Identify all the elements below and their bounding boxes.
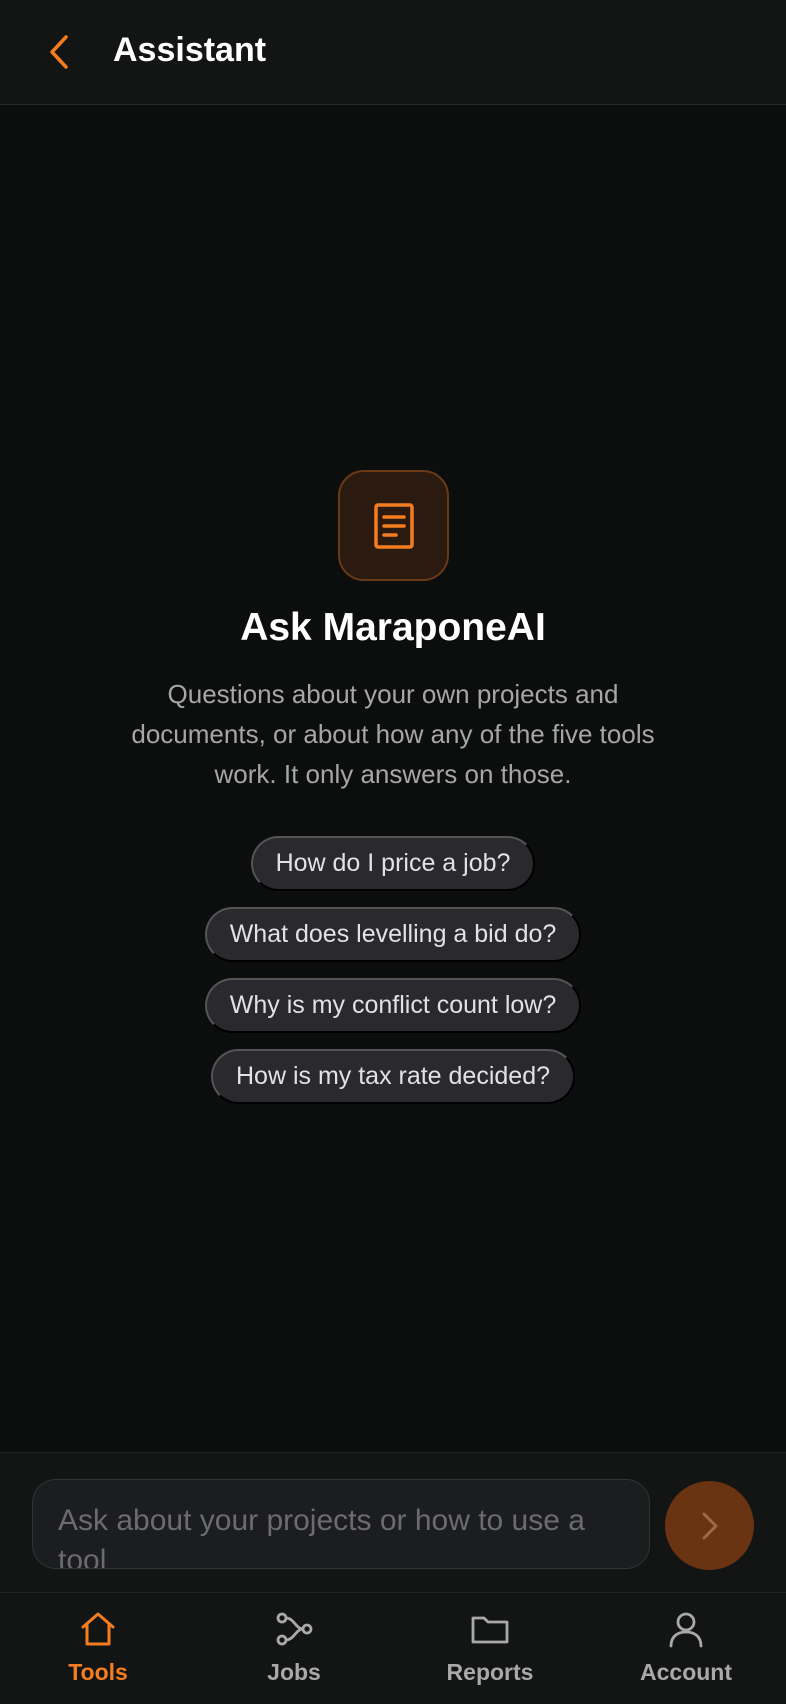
suggestion-chip-tax-rate[interactable]: How is my tax rate decided?: [210, 1049, 576, 1104]
assistant-description: Questions about your own projects and do…: [131, 679, 655, 789]
suggestion-chip-conflict-count[interactable]: Why is my conflict count low?: [204, 978, 582, 1033]
app-header: Assistant: [0, 0, 786, 105]
page-title: Assistant: [113, 31, 267, 69]
message-input-container: [32, 1479, 650, 1569]
chevron-right-icon: [702, 1512, 717, 1539]
person-icon: [669, 1612, 703, 1648]
tab-tools[interactable]: Tools: [0, 1593, 196, 1704]
tab-account[interactable]: Account: [588, 1593, 784, 1704]
document-icon: [373, 502, 414, 549]
share-nodes-icon: [276, 1612, 313, 1646]
message-composer: [0, 1452, 786, 1592]
send-button[interactable]: [665, 1481, 754, 1570]
home-icon: [81, 1612, 115, 1646]
bottom-tab-bar: Tools Jobs Reports Account: [0, 1592, 786, 1704]
assistant-badge: [338, 470, 449, 581]
back-button[interactable]: [36, 28, 84, 76]
tab-jobs[interactable]: Jobs: [196, 1593, 392, 1704]
tab-tools-label: Tools: [68, 1659, 128, 1685]
suggestion-list: How do I price a job? What does levellin…: [0, 836, 786, 1104]
assistant-title: Ask MaraponeAI: [240, 606, 546, 649]
chevron-left-icon: [50, 35, 68, 69]
folder-icon: [471, 1616, 509, 1644]
tab-reports-label: Reports: [446, 1659, 534, 1685]
message-input[interactable]: [33, 1480, 649, 1568]
tab-jobs-label: Jobs: [267, 1659, 321, 1685]
suggestion-chip-levelling-bid[interactable]: What does levelling a bid do?: [204, 907, 582, 962]
tab-reports[interactable]: Reports: [392, 1593, 588, 1704]
tab-account-label: Account: [640, 1659, 732, 1685]
suggestion-chip-price-job[interactable]: How do I price a job?: [250, 836, 536, 891]
